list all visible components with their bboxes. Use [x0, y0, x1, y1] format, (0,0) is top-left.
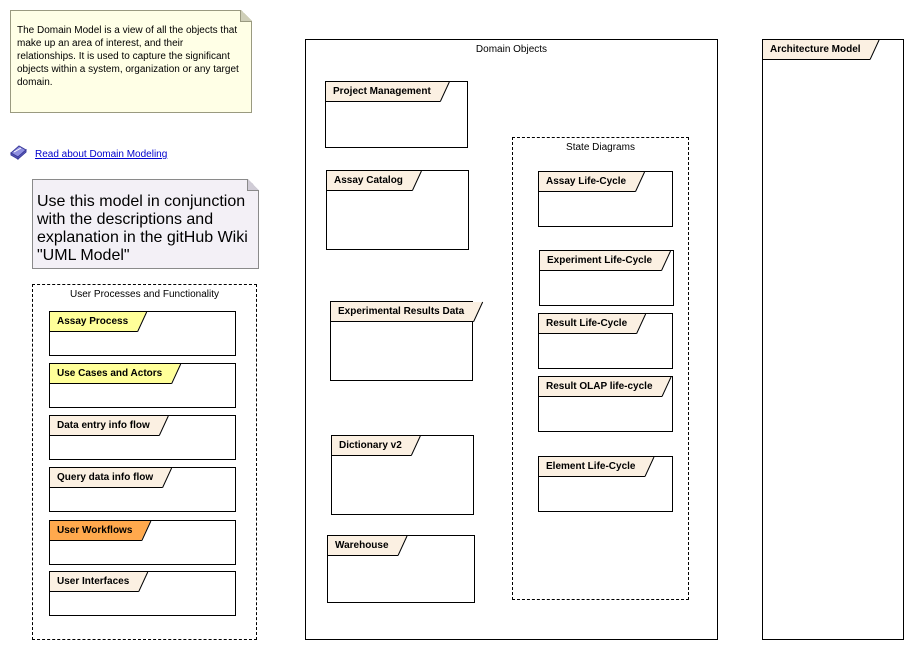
usage-note-text: Use this model in conjunction with the d…	[37, 193, 248, 264]
frame-assay-life-cycle[interactable]: Assay Life-Cycle	[538, 171, 673, 227]
frame-tab: Architecture Model	[763, 40, 879, 59]
read-about-domain-modeling-link[interactable]: Read about Domain Modeling	[35, 149, 167, 160]
frame-user-interfaces[interactable]: User Interfaces	[49, 571, 236, 616]
frame-experiment-life-cycle[interactable]: Experiment Life-Cycle	[539, 250, 674, 306]
frame-tab: Assay Life-Cycle	[539, 172, 644, 191]
frame-query-data-info-flow[interactable]: Query data info flow	[49, 467, 236, 512]
frame-tab: User Interfaces	[50, 572, 147, 591]
frame-user-workflows[interactable]: User Workflows	[49, 520, 236, 565]
frame-label: Use Cases and Actors	[57, 368, 163, 379]
frame-assay-catalog[interactable]: Assay Catalog	[326, 170, 469, 250]
frame-tab: Assay Process	[50, 312, 146, 331]
frame-tab: User Workflows	[50, 521, 150, 540]
frame-label: Query data info flow	[57, 472, 154, 483]
note-fold-corner	[240, 10, 252, 22]
frame-label: Assay Process	[57, 316, 129, 327]
frame-warehouse[interactable]: Warehouse	[327, 535, 475, 603]
frame-tab: Experimental Results Data	[331, 302, 482, 321]
frame-label: Result OLAP life-cycle	[546, 381, 653, 392]
user-processes-title: User Processes and Functionality	[70, 289, 219, 300]
frame-label: Element Life-Cycle	[546, 461, 636, 472]
frame-dictionary-v2[interactable]: Dictionary v2	[331, 435, 474, 515]
frame-label: User Workflows	[57, 525, 133, 536]
frame-label: Result Life-Cycle	[546, 318, 628, 329]
frame-tab: Warehouse	[328, 536, 407, 555]
frame-experimental-results-data[interactable]: Experimental Results Data	[330, 301, 473, 381]
frame-label: Data entry info flow	[57, 420, 150, 431]
frame-tab: Dictionary v2	[332, 436, 420, 455]
domain-model-note: The Domain Model is a view of all the ob…	[10, 10, 252, 113]
domain-model-note-text: The Domain Model is a view of all the ob…	[17, 25, 239, 88]
frame-label: Experimental Results Data	[338, 306, 465, 317]
frame-tab: Use Cases and Actors	[50, 364, 180, 383]
frame-tab: Element Life-Cycle	[539, 457, 653, 476]
frame-label: Warehouse	[335, 540, 389, 551]
frame-label: Dictionary v2	[339, 440, 402, 451]
frame-data-entry-info-flow[interactable]: Data entry info flow	[49, 415, 236, 460]
frame-result-olap-life-cycle[interactable]: Result OLAP life-cycle	[538, 376, 673, 432]
frame-tab: Data entry info flow	[50, 416, 168, 435]
frame-tab: Result OLAP life-cycle	[539, 377, 671, 396]
frame-tab: Result Life-Cycle	[539, 314, 645, 333]
state-diagrams-title: State Diagrams	[566, 142, 635, 153]
frame-element-life-cycle[interactable]: Element Life-Cycle	[538, 456, 673, 512]
frame-result-life-cycle[interactable]: Result Life-Cycle	[538, 313, 673, 369]
frame-label: Architecture Model	[770, 44, 861, 55]
frame-tab: Experiment Life-Cycle	[540, 251, 670, 270]
frame-label: Assay Life-Cycle	[546, 176, 627, 187]
hyperlink-icon[interactable]	[10, 144, 30, 162]
frame-label: User Interfaces	[57, 576, 130, 587]
frame-tab: Query data info flow	[50, 468, 171, 487]
frame-tab: Project Management	[326, 82, 449, 101]
frame-assay-process[interactable]: Assay Process	[49, 311, 236, 356]
usage-note: Use this model in conjunction with the d…	[32, 179, 259, 269]
note-fold-corner	[247, 179, 259, 191]
frame-tab: Assay Catalog	[327, 171, 421, 190]
frame-label: Assay Catalog	[334, 175, 403, 186]
frame-project-management[interactable]: Project Management	[325, 81, 468, 148]
frame-label: Project Management	[333, 86, 431, 97]
frame-architecture-model[interactable]: Architecture Model	[762, 39, 904, 640]
domain-objects-title: Domain Objects	[475, 44, 548, 55]
frame-use-cases-and-actors[interactable]: Use Cases and Actors	[49, 363, 236, 408]
frame-label: Experiment Life-Cycle	[547, 255, 653, 266]
